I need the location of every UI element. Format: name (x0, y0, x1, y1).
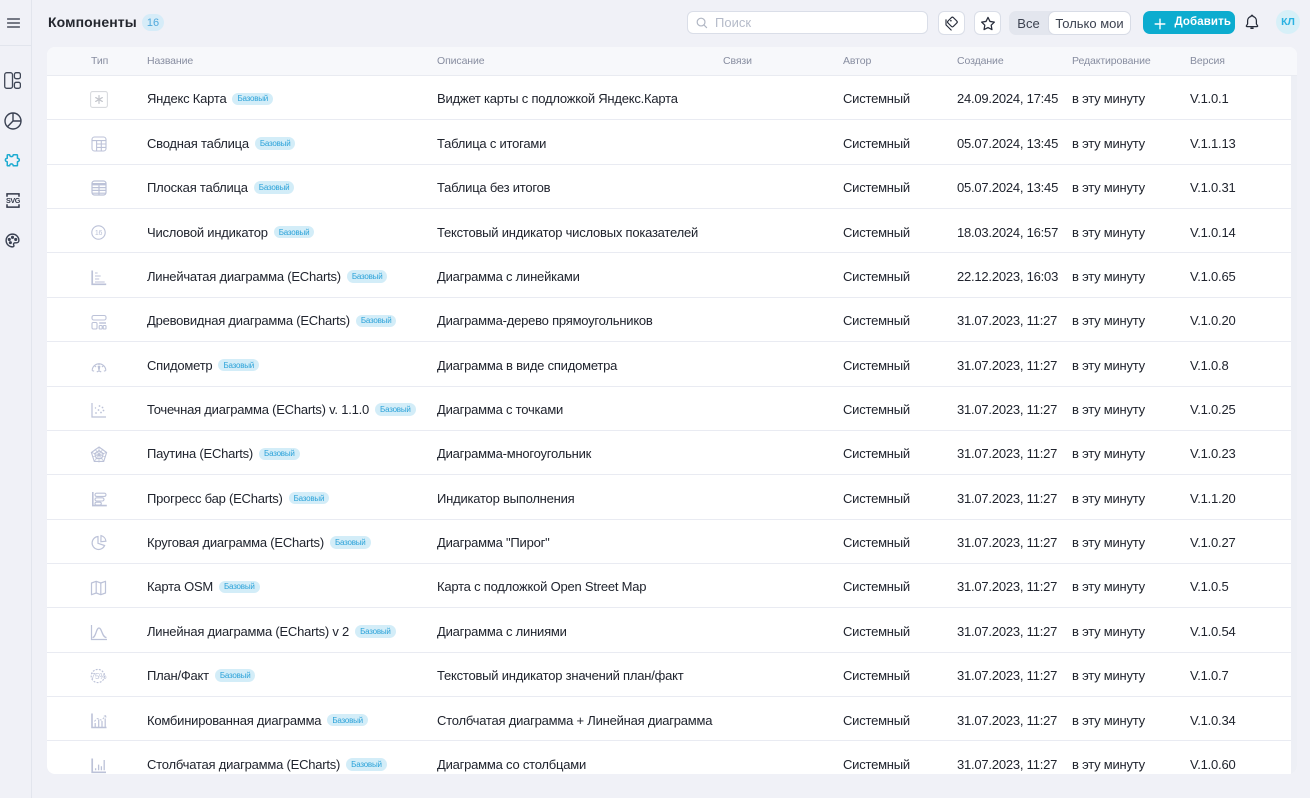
svg-text:75%: 75% (91, 671, 107, 681)
svg-text:16: 16 (95, 231, 103, 238)
svg-text:SVG: SVG (6, 196, 20, 205)
